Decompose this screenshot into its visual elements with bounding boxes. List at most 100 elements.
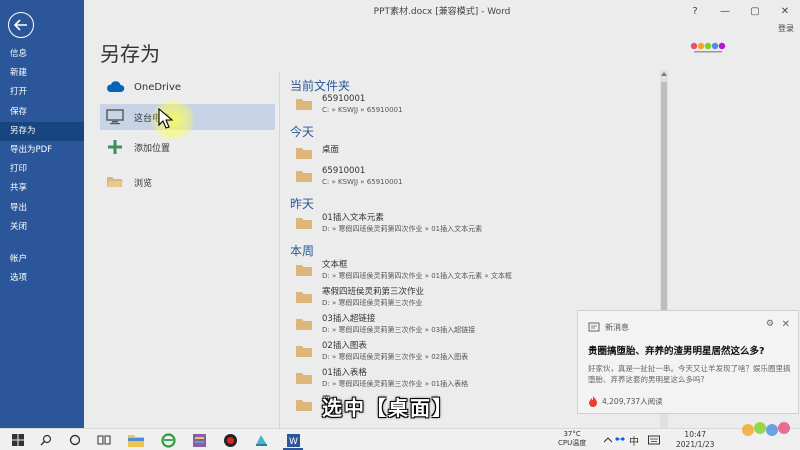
- notification-reads: 4,209,737人阅读: [602, 396, 663, 406]
- folder-name: 文本框: [322, 260, 348, 270]
- minimize-button[interactable]: —: [710, 0, 740, 22]
- nav-item-save[interactable]: 保存: [0, 103, 84, 122]
- recorder-icon[interactable]: [222, 432, 238, 448]
- video-caption: 选中【桌面】: [322, 396, 454, 420]
- windows-start-icon[interactable]: [10, 432, 26, 448]
- location-add[interactable]: 添加位置: [100, 134, 275, 160]
- nav-item-export-pdf[interactable]: 导出为PDF: [0, 141, 84, 160]
- temp-label: CPU温度: [558, 439, 587, 447]
- location-label: OneDrive: [134, 81, 182, 93]
- notification-header: 新消息: [588, 321, 629, 333]
- task-view-icon[interactable]: [96, 432, 112, 448]
- cortana-icon[interactable]: [67, 432, 83, 448]
- close-button[interactable]: ✕: [770, 0, 800, 22]
- back-button[interactable]: [8, 12, 34, 38]
- notification-stats: 4,209,737人阅读: [588, 395, 663, 407]
- winrar-icon[interactable]: [191, 432, 207, 448]
- folder-entry[interactable]: 65910001 C: » KSWJJ » 65910001: [290, 94, 402, 115]
- news-icon: [588, 322, 600, 332]
- help-button[interactable]: ?: [680, 0, 710, 22]
- title-bar: PPT素材.docx [兼容模式] - Word ? — ▢ ✕: [84, 0, 800, 22]
- clock-time: 10:47: [684, 430, 707, 439]
- folder-name: 桌面: [322, 145, 340, 155]
- temp-value: 37°C: [563, 430, 581, 438]
- location-onedrive[interactable]: OneDrive: [100, 74, 275, 100]
- nav-item-open[interactable]: 打开: [0, 83, 84, 102]
- search-icon[interactable]: [38, 432, 54, 448]
- mouse-cursor-icon: [158, 108, 174, 129]
- plus-icon: [104, 138, 126, 156]
- folder-entry[interactable]: 02插入图表 D: » 寒假四班侯灵莉第三次作业 » 02插入图表: [290, 341, 468, 362]
- folder-path: D: » 寒假四班侯灵莉第三次作业 » 02插入图表: [322, 353, 469, 361]
- folder-icon: [296, 373, 312, 384]
- nav-item-export[interactable]: 导出: [0, 199, 84, 218]
- notification-title: 贵圈搞堕胎、弃养的渣男明星居然这么多?: [588, 346, 765, 357]
- folder-icon: [296, 171, 312, 182]
- nav-item-print[interactable]: 打印: [0, 160, 84, 179]
- gear-icon[interactable]: ⚙: [766, 319, 774, 329]
- dropbox-icon[interactable]: [612, 432, 628, 448]
- app-icon[interactable]: [253, 432, 269, 448]
- location-browse[interactable]: 浏览: [100, 169, 275, 195]
- system-clock[interactable]: 10:47 2021/1/23: [676, 430, 714, 450]
- folder-entry[interactable]: 寒假四班侯灵莉第三次作业 D: » 寒假四班侯灵莉第三次作业: [290, 287, 424, 308]
- notification-body: 好家伙，真是一扯扯一串。今天又让羊发现了啥？娱乐圈里搞堕胎、弃养这套的男明星这么…: [588, 364, 791, 384]
- folder-name: 02插入图表: [322, 341, 367, 351]
- folder-name: 65910001: [322, 94, 366, 104]
- folder-name: 寒假四班侯灵莉第三次作业: [322, 287, 425, 297]
- word-icon[interactable]: W: [285, 432, 301, 448]
- section-title: 当前文件夹: [290, 79, 351, 93]
- login-link[interactable]: 登录: [778, 23, 794, 34]
- nav-item-save-as[interactable]: 另存为: [0, 121, 84, 141]
- notification-source: 新消息: [605, 322, 629, 332]
- page-title: 另存为: [100, 42, 160, 66]
- folder-entry[interactable]: 65910001 C: » KSWJJ » 65910001: [290, 166, 402, 187]
- folder-path: D: » 寒假四班侯灵莉第四次作业 » 01插入文本元素 » 文本框: [322, 272, 512, 280]
- folder-icon: [296, 292, 312, 303]
- watermark-logo-icon: [742, 422, 790, 436]
- cpu-temperature: 37°C CPU温度: [558, 430, 586, 448]
- keyboard-icon[interactable]: [646, 432, 662, 448]
- location-label: 添加位置: [134, 143, 171, 154]
- nav-item-options[interactable]: 选项: [0, 269, 84, 288]
- news-notification[interactable]: 新消息 ⚙ ✕ 贵圈搞堕胎、弃养的渣男明星居然这么多? 好家伙，真是一扯扯一串。…: [577, 310, 799, 414]
- folder-entry[interactable]: 文本框 D: » 寒假四班侯灵莉第四次作业 » 01插入文本元素 » 文本框: [290, 260, 512, 281]
- folder-path: D: » 寒假四班侯灵莉第四次作业 » 01插入文本元素: [322, 225, 483, 233]
- folder-name: 01插入表格: [322, 368, 367, 378]
- folder-open-icon: [104, 173, 126, 191]
- folder-entry[interactable]: 桌面: [290, 143, 339, 159]
- folder-entry[interactable]: 03插入超链接 D: » 寒假四班侯灵莉第三次作业 » 03插入超链接: [290, 314, 475, 335]
- folder-icon: [296, 99, 312, 110]
- folder-path: D: » 寒假四班侯灵莉第三次作业 » 03插入超链接: [322, 326, 476, 334]
- folder-icon: [296, 148, 312, 159]
- location-label: 浏览: [134, 178, 153, 189]
- folder-icon: [296, 265, 312, 276]
- close-icon[interactable]: ✕: [782, 319, 790, 330]
- folder-entry[interactable]: 01插入文本元素 D: » 寒假四班侯灵莉第四次作业 » 01插入文本元素: [290, 213, 482, 234]
- folder-icon: [296, 346, 312, 357]
- scroll-up-icon[interactable]: [660, 70, 668, 78]
- file-explorer-icon[interactable]: [128, 432, 144, 448]
- nav-item-account[interactable]: 帐户: [0, 250, 84, 269]
- flame-icon: [589, 396, 597, 407]
- nav-item-new[interactable]: 新建: [0, 64, 84, 83]
- nav-item-info[interactable]: 信息: [0, 45, 84, 64]
- section-title: 昨天: [290, 197, 315, 211]
- folder-entry[interactable]: 01插入表格 D: » 寒假四班侯灵莉第三次作业 » 01插入表格: [290, 368, 468, 389]
- clock-date: 2021/1/23: [676, 440, 715, 449]
- ime-indicator[interactable]: 中: [629, 433, 639, 448]
- svg-text:W: W: [289, 437, 298, 447]
- nav-item-close[interactable]: 关闭: [0, 218, 84, 237]
- browser-ie-icon[interactable]: [160, 432, 176, 448]
- folder-icon: [296, 400, 312, 411]
- nav-item-share[interactable]: 共享: [0, 179, 84, 198]
- scroll-thumb[interactable]: [661, 82, 667, 332]
- folder-name: 03插入超链接: [322, 314, 376, 324]
- maximize-button[interactable]: ▢: [740, 0, 770, 22]
- cloud-icon: [104, 78, 126, 96]
- folder-icon: [296, 218, 312, 229]
- computer-icon: [104, 108, 126, 126]
- backstage-nav: 信息 新建 打开 保存 另存为 导出为PDF 打印 共享 导出 关闭 帐户 选项: [0, 45, 84, 288]
- backstage-sidebar: 信息 新建 打开 保存 另存为 导出为PDF 打印 共享 导出 关闭 帐户 选项: [0, 0, 84, 428]
